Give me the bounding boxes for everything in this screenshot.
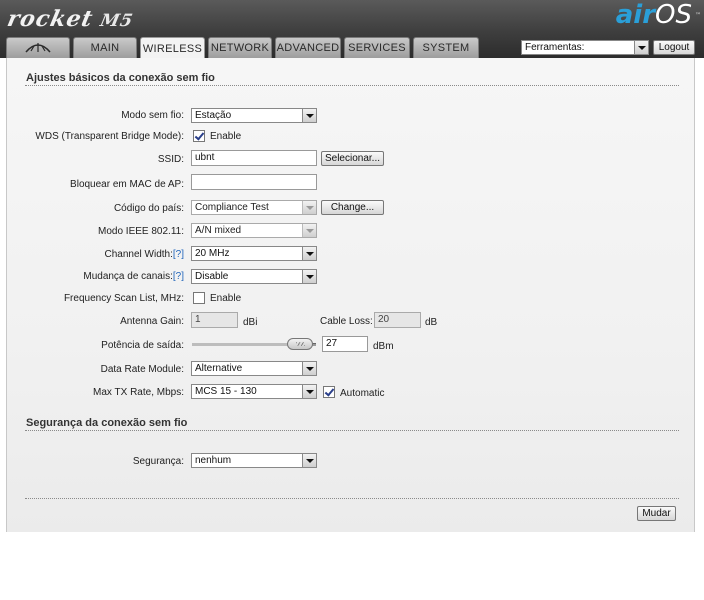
automatic-rate-label: Automatic	[340, 388, 385, 399]
wireless-mode-select[interactable]: Estação	[191, 108, 317, 123]
max-tx-rate-select[interactable]: MCS 15 - 130	[191, 384, 317, 399]
chevron-down-icon	[302, 454, 316, 467]
country-code-value: Compliance Test	[195, 202, 269, 213]
lock-ap-mac-label: Bloquear em MAC de AP:	[70, 179, 184, 190]
channel-width-help-link[interactable]: [?]	[173, 249, 184, 260]
wds-checkbox[interactable]	[193, 130, 205, 142]
wireless-mode-label: Modo sem fio:	[121, 110, 184, 121]
section-divider	[25, 430, 679, 431]
antenna-gain-unit: dBi	[243, 317, 258, 328]
output-power-label: Potência de saída:	[101, 340, 184, 351]
channel-shift-select[interactable]: Disable	[191, 269, 317, 284]
channel-shift-help-link[interactable]: [?]	[173, 271, 184, 282]
tab-system[interactable]: SYSTEM	[413, 37, 479, 58]
channel-width-label: Channel Width:[?]	[105, 248, 185, 261]
output-power-slider-fill	[192, 343, 294, 346]
tools-select-value: Ferramentas:	[525, 42, 585, 53]
automatic-rate-checkbox[interactable]	[323, 386, 335, 398]
ubiquiti-logo-icon	[25, 43, 51, 53]
trademark: ™	[695, 12, 701, 19]
airos-logo: airOS ™	[615, 0, 701, 30]
wireless-mode-value: Estação	[195, 110, 232, 121]
freq-scan-enable-label: Enable	[210, 293, 242, 304]
chevron-down-icon	[302, 247, 316, 260]
tools-select[interactable]: Ferramentas:	[521, 40, 649, 55]
output-power-slider-handle[interactable]	[287, 338, 314, 350]
airos-logo-air: air	[615, 0, 656, 30]
ieee-mode-label: Modo IEEE 802.11:	[98, 226, 184, 237]
apply-button[interactable]: Mudar	[637, 506, 676, 521]
tab-main[interactable]: MAIN	[73, 37, 137, 58]
cable-loss-unit: dB	[425, 317, 438, 328]
channel-shift-label-text: Mudança de canais:	[83, 271, 173, 282]
section-title-security: Segurança da conexão sem fio	[26, 417, 188, 429]
footer-divider	[25, 498, 679, 499]
tab-advanced[interactable]: ADVANCED	[275, 37, 341, 58]
chevron-down-icon	[302, 201, 316, 214]
max-tx-rate-value: MCS 15 - 130	[195, 386, 257, 397]
lock-ap-mac-input[interactable]	[191, 174, 317, 190]
wireless-settings-panel: Ajustes básicos da conexão sem fio Modo …	[6, 58, 695, 532]
data-rate-module-value: Alternative	[195, 363, 243, 374]
tab-services[interactable]: SERVICES	[344, 37, 410, 58]
security-label: Segurança:	[132, 456, 184, 467]
header-bar: rocket M5 airOS ™ MAIN WIRELESS NETWORK AD…	[0, 0, 704, 59]
section-divider	[25, 85, 679, 86]
wds-enable-label: Enable	[210, 131, 242, 142]
brand-name: rocket	[5, 6, 96, 32]
data-rate-module-label: Data Rate Module:	[100, 364, 184, 375]
security-value: nenhum	[195, 455, 232, 466]
ssid-input[interactable]: ubnt	[191, 150, 317, 166]
cable-loss-label: Cable Loss:	[320, 316, 373, 327]
section-title-basic: Ajustes básicos da conexão sem fio	[26, 72, 215, 84]
product-logo: rocket M5	[5, 6, 136, 32]
chevron-down-icon	[302, 109, 316, 122]
country-code-select[interactable]: Compliance Test	[191, 200, 317, 215]
main-tabs: MAIN WIRELESS NETWORK ADVANCED SERVICES …	[6, 37, 482, 59]
antenna-gain-label: Antenna Gain:	[120, 316, 184, 327]
channel-width-label-text: Channel Width:	[104, 249, 173, 260]
channel-shift-label: Mudança de canais:[?]	[83, 270, 184, 283]
chevron-down-icon	[302, 362, 316, 375]
output-power-unit: dBm	[373, 341, 394, 352]
data-rate-module-select[interactable]: Alternative	[191, 361, 317, 376]
tab-ubiquiti[interactable]	[6, 37, 70, 58]
output-power-input[interactable]: 27	[322, 336, 368, 352]
security-select[interactable]: nenhum	[191, 453, 317, 468]
tab-wireless[interactable]: WIRELESS	[140, 37, 205, 59]
freq-scan-checkbox[interactable]	[193, 292, 205, 304]
tab-network[interactable]: NETWORK	[208, 37, 272, 58]
channel-shift-value: Disable	[195, 271, 229, 282]
wds-label: WDS (Transparent Bridge Mode):	[35, 131, 184, 142]
channel-width-value: 20 MHz	[195, 248, 230, 259]
channel-width-select[interactable]: 20 MHz	[191, 246, 317, 261]
chevron-down-icon	[302, 385, 316, 398]
airos-logo-os: OS	[655, 0, 692, 30]
chevron-down-icon	[302, 270, 316, 283]
change-country-button[interactable]: Change...	[321, 200, 384, 215]
antenna-gain-input[interactable]: 1	[191, 312, 238, 328]
logout-button[interactable]: Logout	[653, 40, 695, 55]
freq-scan-label: Frequency Scan List, MHz:	[63, 293, 184, 304]
max-tx-rate-label: Max TX Rate, Mbps:	[93, 387, 184, 398]
model-name: M5	[98, 11, 136, 31]
cable-loss-input[interactable]: 20	[374, 312, 421, 328]
select-ssid-button[interactable]: Selecionar...	[321, 151, 384, 166]
ieee-mode-select[interactable]: A/N mixed	[191, 223, 317, 238]
ssid-label: SSID:	[157, 154, 184, 165]
chevron-down-icon	[302, 224, 316, 237]
ieee-mode-value: A/N mixed	[195, 225, 242, 236]
country-code-label: Código do país:	[113, 203, 184, 214]
chevron-down-icon	[634, 41, 648, 54]
